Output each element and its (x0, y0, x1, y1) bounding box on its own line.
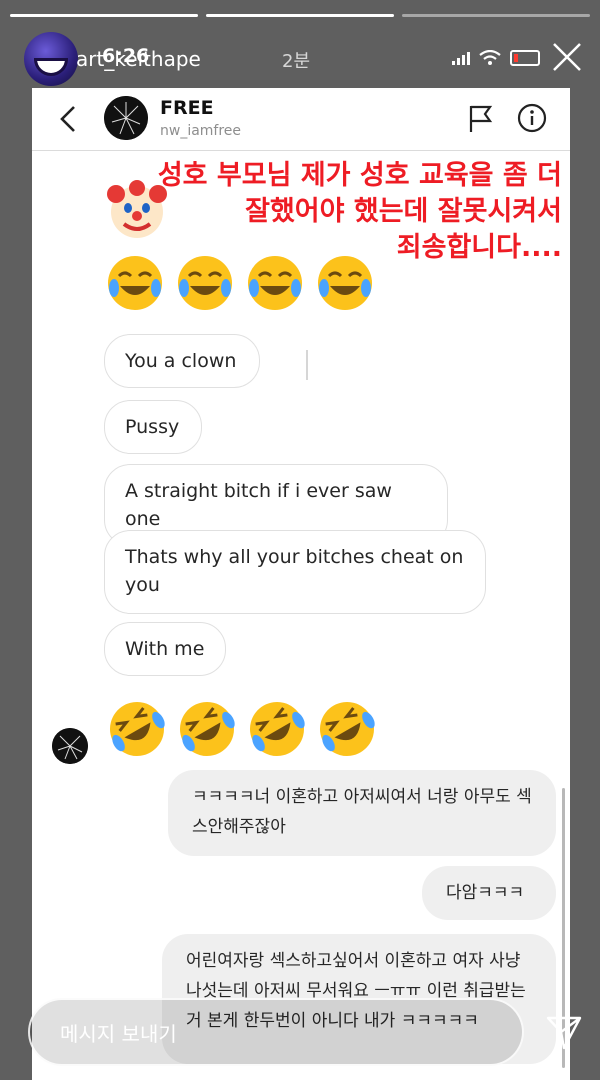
close-icon[interactable] (550, 40, 584, 74)
emoji-row-rolling-laughing (106, 698, 378, 760)
progress-segment (206, 14, 394, 17)
rolling-laughing-icon (320, 702, 375, 756)
message-bubble-received[interactable]: Pussy (104, 400, 202, 454)
signal-icon (452, 51, 470, 65)
battery-icon (510, 50, 540, 66)
tears-of-joy-icon (248, 256, 302, 310)
message-bubble-sent[interactable]: ㅋㅋㅋㅋ너 이혼하고 아저씨여서 너랑 아무도 섹스안해주잖아 (168, 770, 556, 856)
info-icon[interactable] (516, 102, 548, 134)
tears-of-joy-icon (108, 256, 162, 310)
dm-contact-name[interactable]: FREE (160, 97, 214, 119)
rolling-laughing-icon (180, 702, 235, 756)
story-header: art_keithape 6:26 2분 (24, 30, 584, 86)
tears-of-joy-icon (178, 256, 232, 310)
flag-icon[interactable] (468, 104, 494, 134)
status-icons (452, 50, 540, 66)
tears-of-joy-icon (318, 256, 372, 310)
message-bubble-received[interactable]: Thats why all your bitches cheat on you (104, 530, 486, 614)
clown-face-icon (107, 180, 167, 238)
dm-header: FREE nw_iamfree (32, 88, 570, 151)
rolling-laughing-icon (110, 702, 165, 756)
dm-contact-handle: nw_iamfree (160, 123, 242, 139)
message-bubble-sent[interactable]: 다암ㅋㅋㅋ (422, 866, 556, 920)
story-reply-input[interactable]: 메시지 보내기 (28, 998, 524, 1066)
progress-segment (402, 14, 590, 17)
status-time: 6:26 (102, 45, 150, 67)
back-arrow-icon[interactable] (56, 104, 80, 134)
rolling-laughing-icon (250, 702, 305, 756)
emoji-row-tears-of-joy (104, 252, 376, 314)
progress-segment (10, 14, 198, 17)
dm-screenshot: FREE nw_iamfree 성호 부모님 제가 성호 교육을 좀 더 잘했어… (32, 88, 570, 1080)
story-progress (10, 14, 590, 17)
message-bubble-received[interactable]: With me (104, 622, 226, 676)
wifi-icon (479, 50, 501, 65)
send-icon[interactable] (544, 1012, 584, 1052)
story-avatar[interactable] (24, 32, 78, 86)
story-age: 2분 (282, 51, 311, 72)
reply-placeholder: 메시지 보내기 (60, 1022, 177, 1046)
divider (306, 350, 308, 380)
message-bubble-received[interactable]: You a clown (104, 334, 260, 388)
dm-avatar[interactable] (104, 96, 148, 140)
sender-avatar[interactable] (52, 728, 88, 764)
